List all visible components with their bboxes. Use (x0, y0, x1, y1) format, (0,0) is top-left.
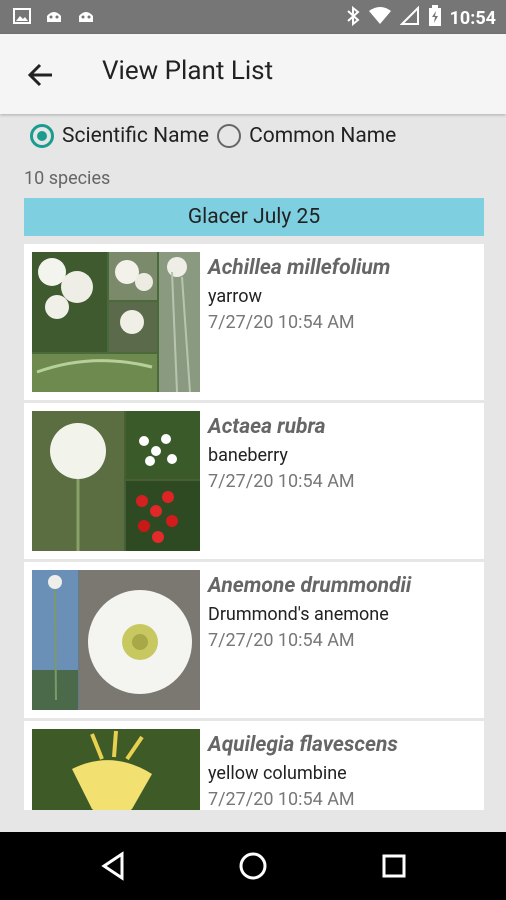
group-header: Glacer July 25 (24, 198, 484, 236)
scientific-name: Actaea rubra (208, 415, 326, 439)
plant-photo (32, 252, 200, 392)
page-title: View Plant List (102, 56, 274, 86)
radio-common-name[interactable]: Common Name (217, 124, 396, 148)
plant-photo (32, 570, 200, 710)
battery-icon (428, 5, 442, 32)
recents-square-icon[interactable] (378, 850, 410, 882)
list-item[interactable]: Actaea rubra baneberry 7/27/20 10:54 AM (24, 403, 484, 559)
android-icon (44, 6, 64, 26)
signal-icon (399, 5, 420, 31)
timestamp: 7/27/20 10:54 AM (208, 630, 355, 651)
radio-label: Common Name (249, 124, 397, 148)
image-icon (12, 6, 32, 26)
common-name: Drummond's anemone (208, 604, 389, 625)
app-bar: View Plant List (0, 34, 506, 114)
back-triangle-icon[interactable] (98, 850, 130, 882)
scientific-name: Aquilegia flavescens (208, 733, 398, 757)
timestamp: 7/27/20 10:54 AM (208, 789, 355, 810)
home-circle-icon[interactable] (237, 850, 269, 882)
species-count: 10 species (24, 168, 111, 189)
list-item[interactable]: Achillea millefolium yarrow 7/27/20 10:5… (24, 244, 484, 400)
radio-selected-icon[interactable] (30, 124, 54, 148)
scientific-name: Anemone drummondii (208, 574, 412, 598)
scientific-name: Achillea millefolium (208, 256, 391, 280)
list-item[interactable]: Anemone drummondii Drummond's anemone 7/… (24, 562, 484, 718)
status-time: 10:54 (449, 8, 496, 29)
timestamp: 7/27/20 10:54 AM (208, 312, 355, 333)
back-arrow-icon[interactable] (26, 60, 56, 90)
bluetooth-icon (346, 5, 360, 31)
common-name: yarrow (208, 286, 262, 307)
common-name: yellow columbine (208, 763, 347, 784)
plant-photo (32, 411, 200, 551)
status-bar: 10:54 (0, 0, 506, 34)
sort-options: Scientific Name Common Name (30, 124, 404, 148)
plant-photo (32, 729, 200, 810)
android-icon (76, 6, 96, 26)
radio-unselected-icon[interactable] (217, 124, 242, 148)
wifi-icon (368, 6, 392, 31)
navigation-bar (0, 832, 506, 900)
list-item[interactable]: Aquilegia flavescens yellow columbine 7/… (24, 721, 484, 810)
timestamp: 7/27/20 10:54 AM (208, 471, 355, 492)
common-name: baneberry (208, 445, 288, 466)
plant-list: Achillea millefolium yarrow 7/27/20 10:5… (24, 244, 484, 810)
radio-scientific-name[interactable]: Scientific Name (30, 124, 209, 148)
radio-label: Scientific Name (62, 124, 210, 148)
